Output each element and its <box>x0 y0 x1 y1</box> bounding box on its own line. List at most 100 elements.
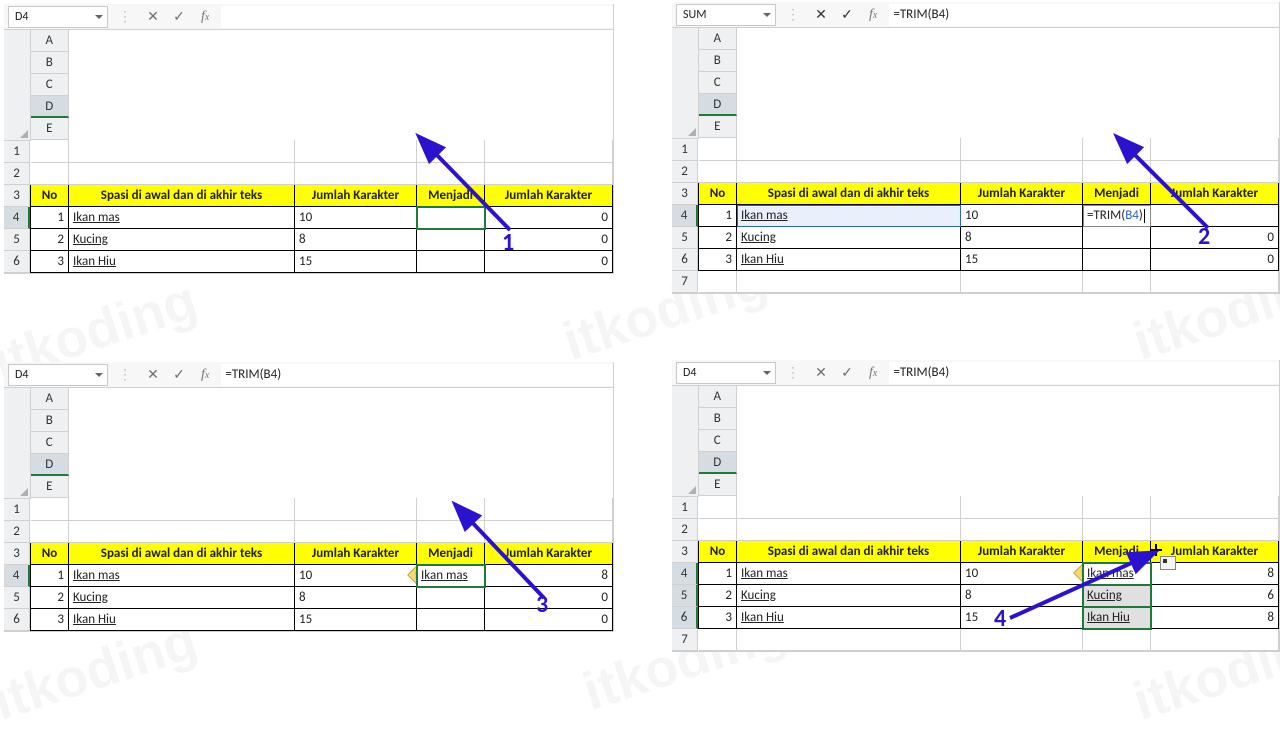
worksheet[interactable]: A B C D E 1 2 3 No Spasi di awal dan di … <box>672 28 1279 293</box>
table-header[interactable]: Jumlah Karakter <box>295 543 417 565</box>
col-header-e[interactable]: E <box>699 116 737 138</box>
formula-input[interactable]: =TRIM(B4) <box>889 4 1279 26</box>
row-header[interactable]: 2 <box>672 519 698 541</box>
col-header-c[interactable]: C <box>699 72 737 94</box>
select-all-corner[interactable] <box>672 28 699 138</box>
cell[interactable] <box>417 587 485 609</box>
table-header[interactable]: Menjadi <box>1083 541 1151 563</box>
name-box[interactable]: D4 <box>8 364 108 386</box>
warning-icon[interactable]: ! <box>1073 563 1082 583</box>
cell[interactable]: 8 <box>1151 607 1279 629</box>
table-header[interactable]: No <box>699 183 737 205</box>
cell[interactable]: 10 ! <box>295 565 417 587</box>
col-header-c[interactable]: C <box>31 432 69 454</box>
col-header-e[interactable]: E <box>31 118 69 140</box>
cell[interactable]: 8 <box>295 587 417 609</box>
row-header[interactable]: 1 <box>4 499 30 521</box>
row-header[interactable]: 3 <box>4 185 30 207</box>
row-header[interactable]: 3 <box>672 183 698 205</box>
formula-input[interactable]: =TRIM(B4) <box>221 364 613 386</box>
cell[interactable]: 2 <box>31 587 69 609</box>
col-header-d[interactable]: D <box>31 96 69 118</box>
cell[interactable]: Kucing <box>69 587 295 609</box>
col-header-a[interactable]: A <box>699 386 737 408</box>
col-header-a[interactable]: A <box>31 388 69 410</box>
col-header-d[interactable]: D <box>699 452 737 474</box>
cell[interactable]: Ikan Hiu <box>69 251 295 273</box>
cell[interactable]: 6 <box>1151 585 1279 607</box>
table-header[interactable]: Jumlah Karakter <box>1151 183 1279 205</box>
cell[interactable]: 8 <box>295 229 417 251</box>
cell[interactable]: 8 <box>961 585 1083 607</box>
cell[interactable]: 1 <box>699 205 737 227</box>
col-header-c[interactable]: C <box>699 430 737 452</box>
cancel-icon[interactable]: ✕ <box>811 363 831 383</box>
table-header[interactable]: Menjadi <box>417 185 485 207</box>
row-header[interactable]: 7 <box>672 629 698 651</box>
cell[interactable]: 0 <box>485 207 613 229</box>
fx-icon[interactable]: fx <box>195 367 215 383</box>
enter-icon[interactable]: ✓ <box>169 365 189 385</box>
cell[interactable]: 15 <box>295 251 417 273</box>
cell[interactable]: Kucing <box>737 585 961 607</box>
row-header[interactable]: 6 <box>672 607 698 629</box>
row-header[interactable]: 3 <box>672 541 698 563</box>
cell[interactable]: 3 <box>699 249 737 271</box>
table-header[interactable]: Jumlah Karakter <box>961 183 1083 205</box>
cell[interactable]: 0 <box>1151 227 1279 249</box>
enter-icon[interactable]: ✓ <box>837 5 857 25</box>
cell[interactable]: 10 <box>961 205 1083 227</box>
cell[interactable]: Ikan Hiu <box>69 609 295 631</box>
fx-icon[interactable]: fx <box>195 9 215 25</box>
cell[interactable]: Ikan mas <box>737 563 961 585</box>
row-header[interactable]: 5 <box>672 227 698 249</box>
table-header[interactable]: No <box>699 541 737 563</box>
row-header[interactable]: 1 <box>672 139 698 161</box>
row-header[interactable]: 4 <box>672 205 698 227</box>
cancel-icon[interactable]: ✕ <box>143 365 163 385</box>
fx-icon[interactable]: fx <box>863 7 883 23</box>
cell-d4-selected[interactable] <box>417 207 485 229</box>
table-header[interactable]: Spasi di awal dan di akhir teks <box>737 183 961 205</box>
cell[interactable] <box>417 609 485 631</box>
cell[interactable] <box>417 229 485 251</box>
warning-icon[interactable]: ! <box>407 565 416 585</box>
col-header-b[interactable]: B <box>31 52 69 74</box>
cell[interactable]: Ikan mas <box>69 207 295 229</box>
cell[interactable]: 3 <box>699 607 737 629</box>
cell[interactable] <box>417 251 485 273</box>
col-header-d[interactable]: D <box>699 94 737 116</box>
name-box[interactable]: D4 <box>8 6 108 28</box>
cell[interactable]: 2 <box>699 227 737 249</box>
cell[interactable]: 1 <box>31 207 69 229</box>
col-header-e[interactable]: E <box>699 474 737 496</box>
table-header[interactable]: No <box>31 185 69 207</box>
cell-d4-selected[interactable]: Ikan mas <box>1083 563 1151 585</box>
table-header[interactable]: Jumlah Karakter <box>485 185 613 207</box>
cell[interactable]: 3 <box>31 251 69 273</box>
formula-input[interactable]: =TRIM(B4) <box>889 362 1279 384</box>
table-header[interactable]: Spasi di awal dan di akhir teks <box>737 541 961 563</box>
row-header[interactable]: 2 <box>4 521 30 543</box>
row-header[interactable]: 7 <box>672 271 698 293</box>
autofill-options-icon[interactable] <box>1160 556 1176 570</box>
cell[interactable]: 0 <box>1151 249 1279 271</box>
cell[interactable]: 8 <box>485 565 613 587</box>
cell[interactable]: Ikan Hiu <box>737 249 961 271</box>
table-header[interactable]: No <box>31 543 69 565</box>
row-header[interactable]: 6 <box>672 249 698 271</box>
table-header[interactable]: Spasi di awal dan di akhir teks <box>69 543 295 565</box>
worksheet[interactable]: A B C D E 1 2 3 No Spasi di awal dan di … <box>672 386 1279 651</box>
col-header-c[interactable]: C <box>31 74 69 96</box>
row-header[interactable]: 2 <box>4 163 30 185</box>
cell[interactable]: 0 <box>485 587 613 609</box>
table-header[interactable]: Menjadi <box>1083 183 1151 205</box>
select-all-corner[interactable] <box>4 388 31 498</box>
worksheet[interactable]: A B C D E 1 2 3 No Spasi di awal dan di … <box>4 30 613 273</box>
cell[interactable]: 15 <box>295 609 417 631</box>
row-header[interactable]: 1 <box>4 141 30 163</box>
select-all-corner[interactable] <box>4 30 31 140</box>
col-header-a[interactable]: A <box>31 30 69 52</box>
cell-d4-editing[interactable]: =TRIM(B4) <box>1083 205 1151 227</box>
cell-filled[interactable]: Ikan Hiu <box>1083 607 1151 629</box>
